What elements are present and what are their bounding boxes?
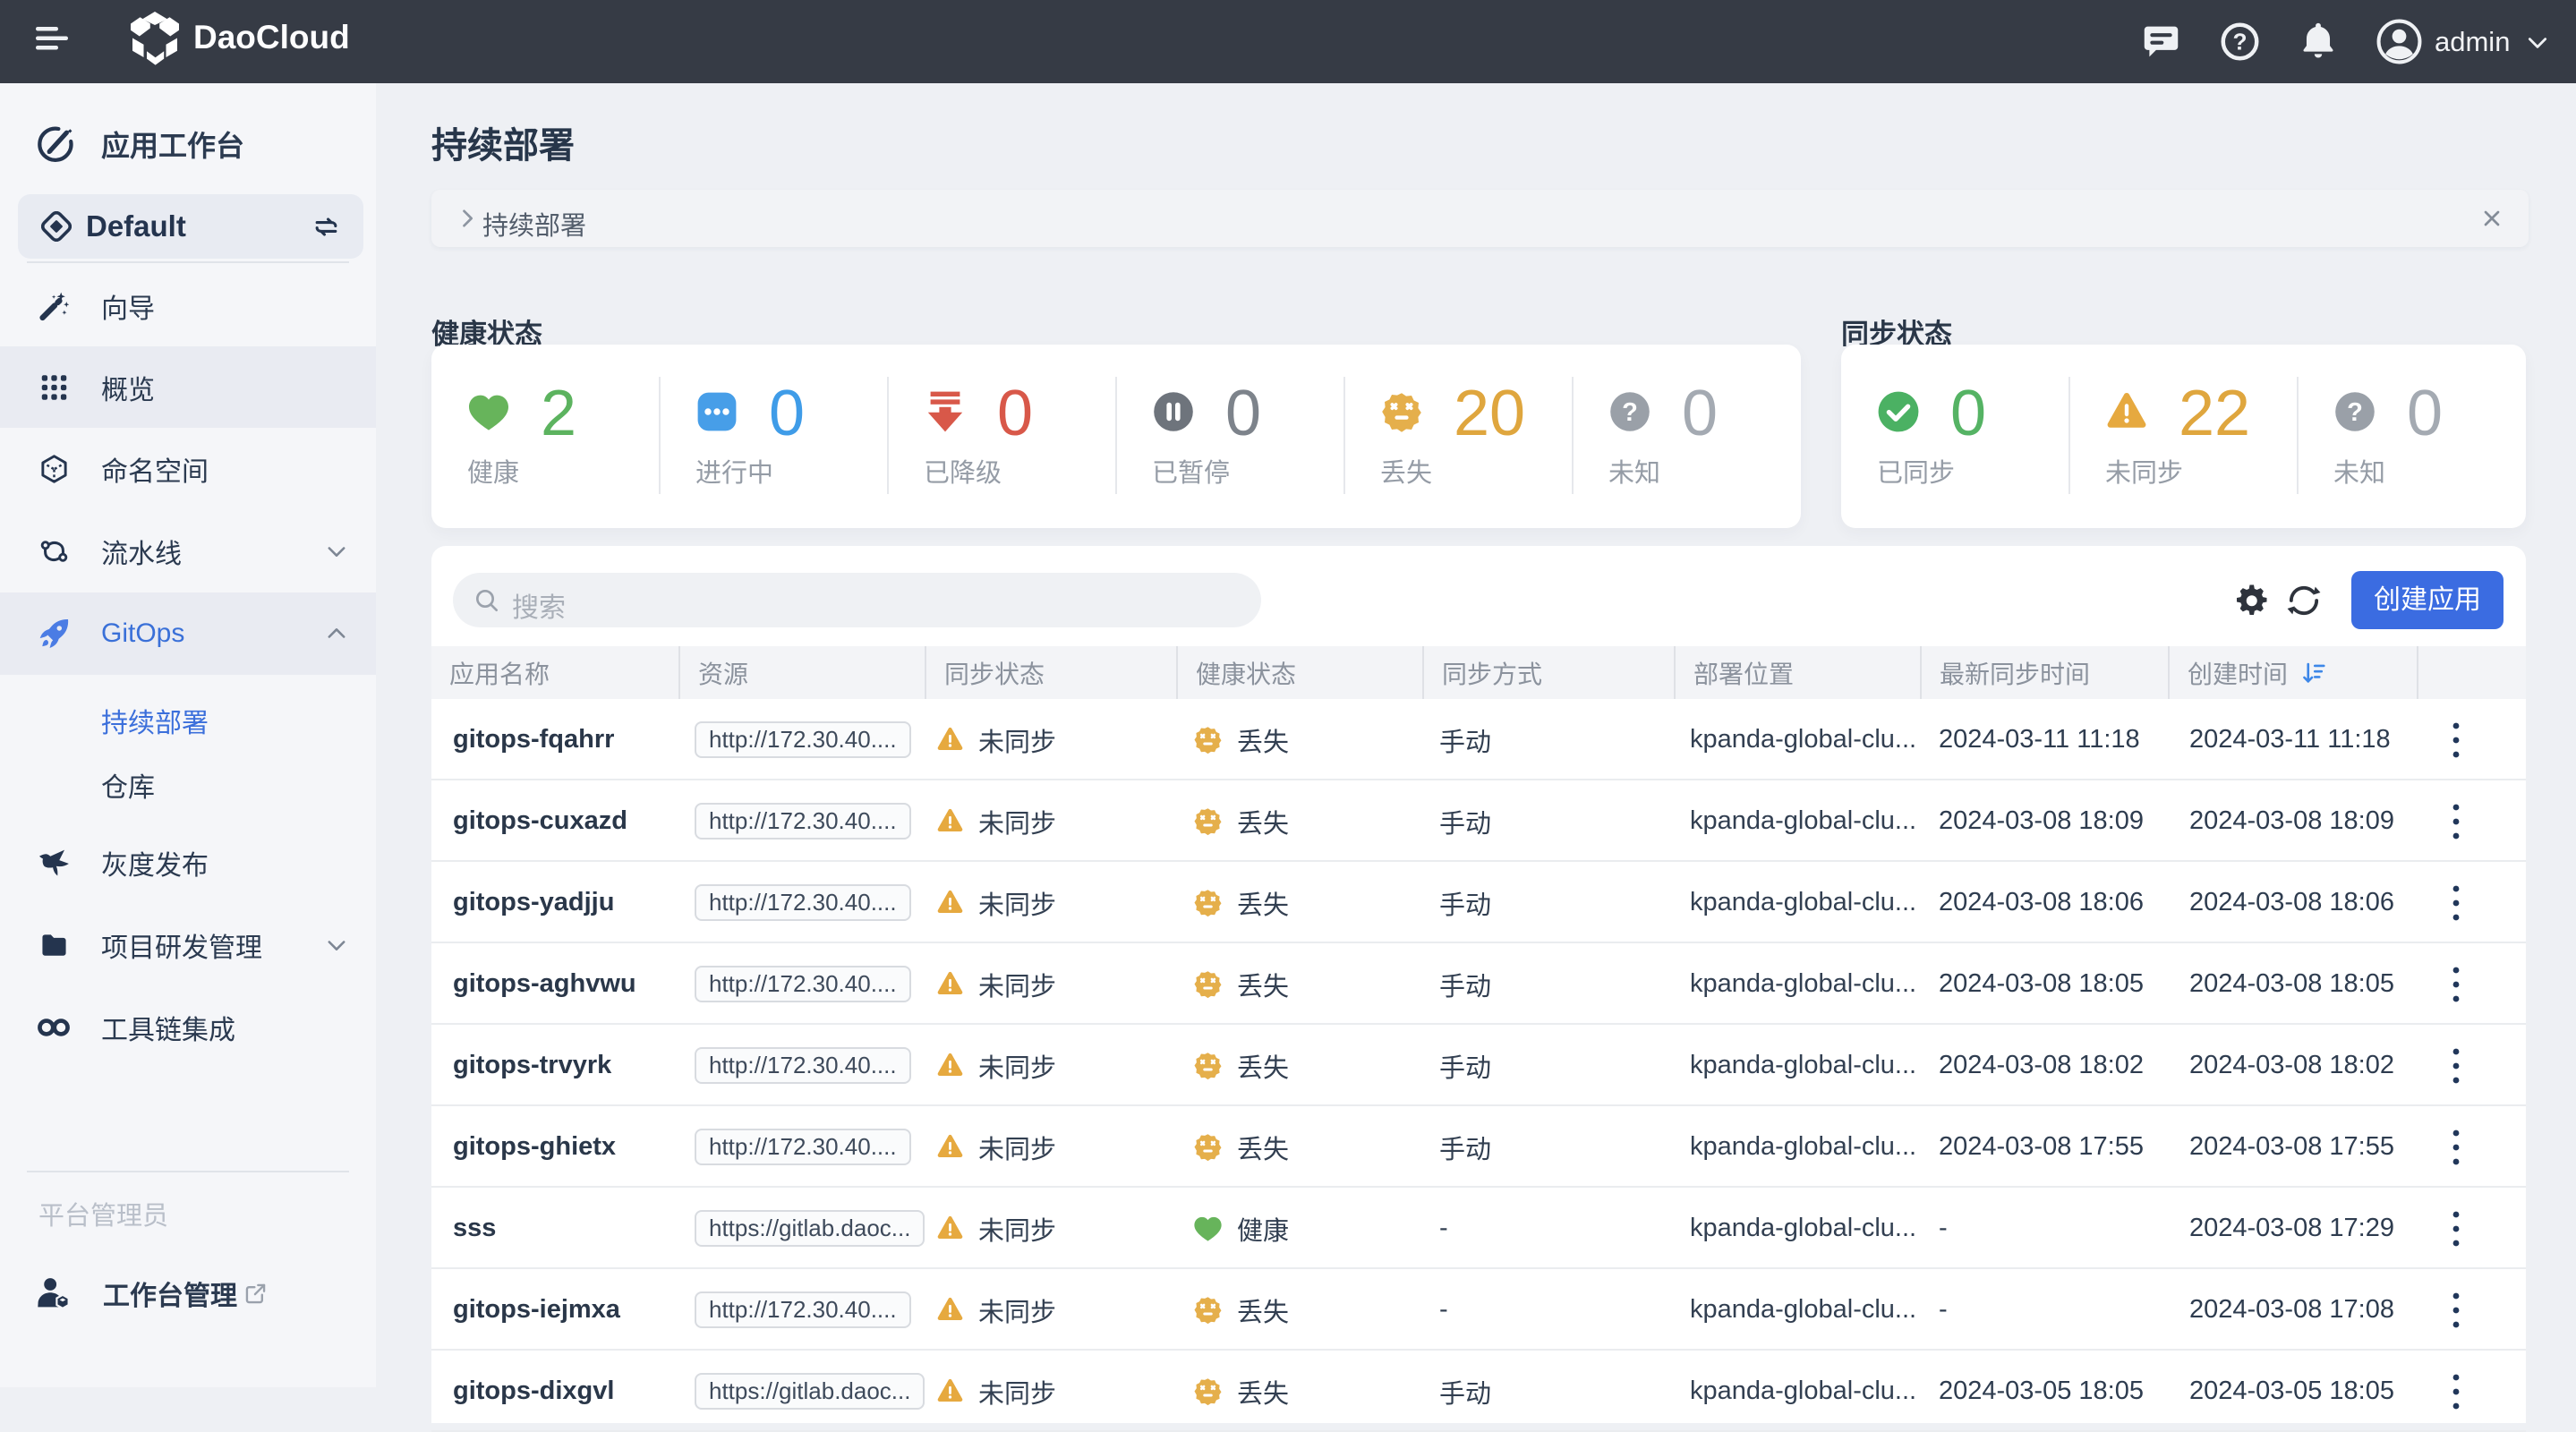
svg-text:?: ? xyxy=(1622,398,1638,427)
svg-text:?: ? xyxy=(2232,28,2247,55)
svg-text:?: ? xyxy=(2347,398,2363,427)
